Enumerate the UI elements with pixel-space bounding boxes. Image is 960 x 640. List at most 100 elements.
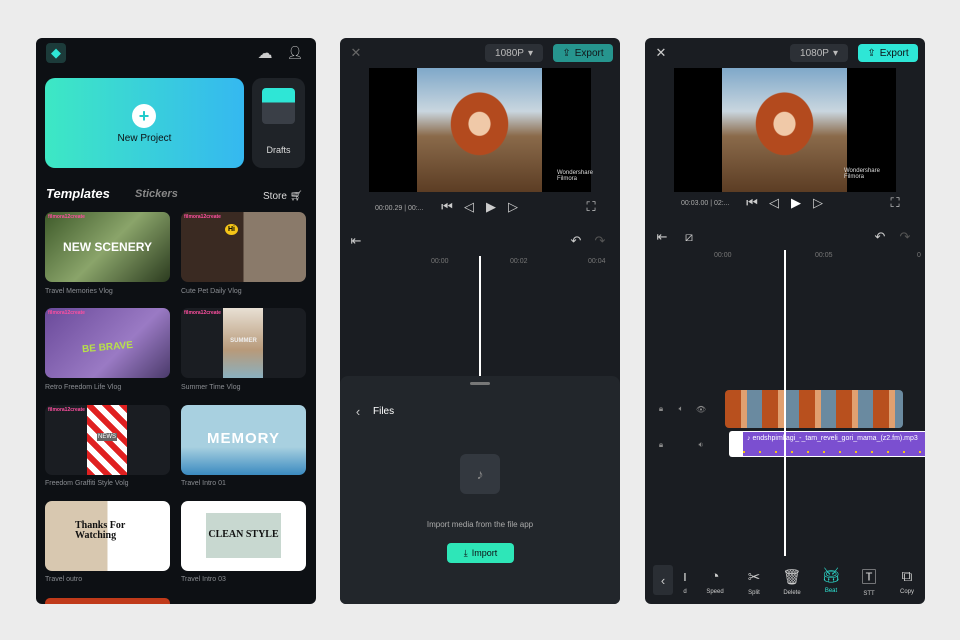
tool-delete[interactable]: 🗑︎ Delete xyxy=(774,568,810,596)
template-overlay: NEWS xyxy=(97,433,117,441)
store-label: Store xyxy=(263,191,287,202)
prev-frame-icon[interactable]: ◁ xyxy=(462,199,476,214)
playhead[interactable] xyxy=(784,250,786,556)
editor-timeline-screen: ✕ 1080P ▾ ⇪ Export Wondershare Filmora 00:… xyxy=(645,38,925,604)
import-button[interactable]: ⤓ Import xyxy=(447,543,514,563)
lock-icon[interactable]: 🔒︎ xyxy=(655,439,667,451)
playhead[interactable] xyxy=(479,256,481,376)
volume-icon[interactable]: 🔉︎ xyxy=(695,439,707,451)
skip-start-icon[interactable]: ⏮ xyxy=(745,195,759,210)
template-overlay: Thanks For Watching xyxy=(75,520,126,541)
template-overlay: MEMORY xyxy=(207,430,280,447)
resolution-label: 1080P xyxy=(800,47,829,59)
tool-copy[interactable]: ⧉ Copy xyxy=(889,568,925,595)
next-frame-icon[interactable]: ▷ xyxy=(506,199,520,214)
user-icon[interactable]: 👤︎ xyxy=(286,44,304,62)
ruler-label: 00:04 xyxy=(588,258,606,265)
template-card[interactable]: Thanks For Watching xyxy=(45,501,170,571)
chevron-down-icon: ▾ xyxy=(527,47,533,59)
skip-start-icon[interactable]: ⏮ xyxy=(440,199,454,214)
tool-speed[interactable]: ◔ Speed xyxy=(697,568,733,595)
watermark: filmora12create xyxy=(48,310,85,316)
tab-templates[interactable]: Templates xyxy=(46,186,110,201)
close-icon[interactable]: ✕ xyxy=(348,45,364,61)
redo-icon[interactable]: ↷ xyxy=(898,229,912,244)
mute-icon[interactable]: 🔈︎ xyxy=(675,403,687,415)
export-button[interactable]: ⇪ Export xyxy=(858,44,918,62)
resolution-select[interactable]: 1080P ▾ xyxy=(485,44,543,62)
redo-icon[interactable]: ↷ xyxy=(593,233,607,248)
audio-clip[interactable]: ♪ endshpimljagi_-_tam_reveli_gori_mama_(… xyxy=(729,431,925,457)
new-project-button[interactable]: + New Project xyxy=(45,78,244,168)
chevron-down-icon: ▾ xyxy=(832,47,838,59)
play-icon[interactable]: ▶ xyxy=(484,199,498,214)
template-title: Summer Time Vlog xyxy=(181,384,241,391)
cart-icon: 🛒︎ xyxy=(289,191,303,202)
prev-frame-icon[interactable]: ◁ xyxy=(767,195,781,210)
template-card[interactable]: filmora12create BE BRAVE xyxy=(45,308,170,378)
ruler-label: 00:00 xyxy=(431,258,449,265)
fullscreen-icon[interactable]: ⛶ xyxy=(888,195,902,210)
export-button[interactable]: ⇪ Export xyxy=(553,44,613,62)
lock-icon[interactable]: 🔒︎ xyxy=(655,403,667,415)
template-title: Travel Memories Vlog xyxy=(45,288,113,295)
template-card[interactable]: filmora12create NEWS xyxy=(45,405,170,475)
back-icon[interactable]: ‹ xyxy=(352,404,364,419)
template-overlay: Hi xyxy=(225,224,238,235)
editor-import-screen: ✕ 1080P ▾ ⇪ Export Wondershare Filmora 00:… xyxy=(340,38,620,604)
audio-clip-title: ♪ endshpimljagi_-_tam_reveli_gori_mama_(… xyxy=(747,435,918,442)
eye-icon[interactable]: 👁︎ xyxy=(695,403,707,415)
folder-icon xyxy=(262,88,295,124)
video-preview: Wondershare Filmora xyxy=(674,68,896,192)
next-frame-icon[interactable]: ▷ xyxy=(811,195,825,210)
resolution-select[interactable]: 1080P ▾ xyxy=(790,44,848,62)
plus-icon: + xyxy=(132,104,156,128)
crop-icon[interactable]: ⧄ xyxy=(682,229,696,244)
close-icon[interactable]: ✕ xyxy=(653,45,669,61)
template-card[interactable] xyxy=(45,598,170,604)
export-label: Export xyxy=(879,47,909,59)
drafts-button[interactable]: Drafts xyxy=(252,78,305,168)
trash-icon: 🗑︎ xyxy=(782,569,802,586)
tool-beat[interactable]: 🥁︎ Beat xyxy=(813,566,849,594)
export-icon: ⇪ xyxy=(867,47,876,59)
files-sheet: ‹ Files ♪ Import media from the file app… xyxy=(340,376,620,604)
video-clip[interactable] xyxy=(725,390,903,428)
files-title: Files xyxy=(373,406,395,417)
timecode: 00:03.00 | 02:... xyxy=(681,200,730,207)
ruler-label: 00:02 xyxy=(510,258,528,265)
template-overlay: BE BRAVE xyxy=(81,339,134,356)
template-title: Travel Intro 03 xyxy=(181,576,226,583)
tab-stickers[interactable]: Stickers xyxy=(135,188,178,200)
folder-music-icon: ♪ xyxy=(460,454,500,494)
video-preview: Wondershare Filmora xyxy=(369,68,593,192)
tool-stt[interactable]: 🅃 STT xyxy=(851,566,887,597)
scissors-icon: ✂ xyxy=(747,569,761,586)
watermark: filmora12create xyxy=(48,214,85,220)
play-icon[interactable]: ▶ xyxy=(789,195,803,210)
template-card[interactable]: filmora12create SUMMER xyxy=(181,308,306,378)
template-card[interactable]: filmora12create NEW SCENERY xyxy=(45,212,170,282)
timecode: 00:00.29 | 00:... xyxy=(375,205,424,212)
tool-split[interactable]: ✂ Split xyxy=(736,568,772,596)
resolution-label: 1080P xyxy=(495,47,524,59)
template-card[interactable]: CLEAN STYLE xyxy=(181,501,306,571)
template-card[interactable]: MEMORY xyxy=(181,405,306,475)
fullscreen-icon[interactable]: ⛶ xyxy=(584,199,598,214)
drag-handle[interactable] xyxy=(470,382,490,385)
undo-icon[interactable]: ↶ xyxy=(569,233,583,248)
template-card[interactable]: filmora12create Hi xyxy=(181,212,306,282)
beat-markers xyxy=(743,451,925,453)
store-link[interactable]: Store 🛒︎ xyxy=(263,191,302,202)
watermark: Wondershare Filmora xyxy=(557,170,593,182)
template-overlay: CLEAN STYLE xyxy=(208,529,279,540)
import-hint: Import media from the file app xyxy=(426,520,534,529)
ruler-label: 00:05 xyxy=(815,252,833,259)
cloud-icon[interactable]: ☁ xyxy=(256,44,274,62)
undo-icon[interactable]: ↶ xyxy=(873,229,887,244)
import-label: Import xyxy=(471,548,498,558)
watermark: Wondershare Filmora xyxy=(844,168,880,180)
ruler-label: 00:00 xyxy=(714,252,732,259)
exit-icon[interactable]: ⇤ xyxy=(654,229,670,244)
exit-icon[interactable]: ⇤ xyxy=(348,233,364,248)
